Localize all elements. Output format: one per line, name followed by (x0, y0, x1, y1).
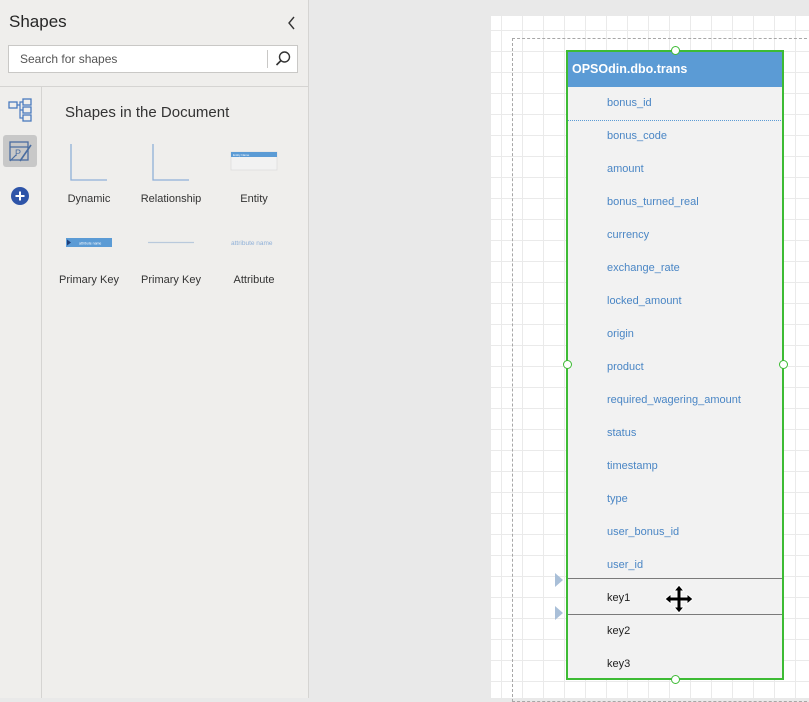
attribute-name: bonus_id (607, 97, 652, 109)
attribute-row[interactable]: bonus_id (567, 87, 783, 120)
move-cursor-icon (664, 584, 694, 614)
entity-shape-icon: Entity Name (230, 151, 278, 171)
stencil-attribute[interactable]: attribute name Attribute (215, 224, 293, 296)
primary-key-separator-icon (148, 241, 194, 244)
attribute-name: required_wagering_amount (607, 394, 741, 406)
attribute-name: product (607, 361, 644, 373)
attribute-name: status (607, 427, 637, 439)
search-box (8, 45, 298, 73)
attribute-row[interactable]: user_bonus_id (567, 516, 783, 549)
attribute-row[interactable]: origin (567, 318, 783, 351)
attribute-row[interactable]: exchange_rate (567, 252, 783, 285)
search-separator (267, 50, 268, 68)
attribute-row[interactable]: bonus_code (567, 120, 783, 153)
stencil-primary-key[interactable]: attribute name Primary Key (50, 224, 128, 296)
svg-text:P: P (15, 148, 21, 158)
selection-handle-left[interactable] (563, 360, 572, 369)
database-stencil-icon: P (9, 141, 32, 162)
dynamic-connector-icon (70, 144, 107, 181)
attribute-shape-icon: attribute name (231, 240, 273, 247)
attribute-name: currency (607, 229, 650, 241)
selection-handle-top[interactable] (671, 46, 680, 55)
thumb-text: attribute name (231, 240, 273, 247)
search-input[interactable] (9, 46, 267, 72)
rail-button-add[interactable] (3, 180, 37, 212)
attribute-name: type (607, 493, 628, 505)
key-name: key2 (607, 625, 631, 637)
attribute-row[interactable]: timestamp (567, 450, 783, 483)
stencil-relationship[interactable]: Relationship (132, 143, 210, 215)
attribute-row[interactable]: amount (567, 153, 783, 186)
row-separator (567, 578, 783, 579)
selection-handle-right[interactable] (779, 360, 788, 369)
stencil-label: Attribute (233, 274, 275, 286)
attribute-name: bonus_turned_real (607, 196, 699, 208)
attribute-name: amount (607, 163, 644, 175)
stencil-label: Primary Key (59, 274, 119, 286)
chevron-left-icon (288, 16, 295, 30)
key-name: key1 (607, 592, 631, 604)
attribute-row[interactable]: required_wagering_amount (567, 384, 783, 417)
stencil-rail: P (0, 87, 42, 698)
primary-key-shape-icon: attribute name (66, 238, 112, 247)
attribute-name: locked_amount (607, 295, 682, 307)
add-stencil-icon (11, 187, 29, 205)
attribute-row[interactable]: bonus_turned_real (567, 186, 783, 219)
search-icon (275, 51, 291, 66)
connection-point-arrow[interactable] (555, 573, 563, 587)
row-separator (567, 614, 783, 615)
selection-handle-bottom[interactable] (671, 675, 680, 684)
attribute-name: user_id (607, 559, 644, 571)
connection-point-arrow[interactable] (555, 606, 563, 620)
key-name: key3 (607, 658, 631, 670)
attribute-name: origin (607, 328, 634, 340)
search-button[interactable] (271, 48, 295, 70)
stencil-label: Relationship (140, 193, 202, 205)
attribute-name: exchange_rate (607, 262, 680, 274)
stencil-label: Dynamic (67, 193, 111, 205)
attribute-name: bonus_code (607, 130, 667, 142)
key-row[interactable]: key2 (567, 615, 783, 648)
thumb-text: attribute name (79, 242, 101, 246)
attribute-row[interactable]: product (567, 351, 783, 384)
attribute-name: user_bonus_id (607, 526, 680, 538)
thumb-text: Entity Name (233, 153, 250, 157)
attribute-row[interactable]: locked_amount (567, 285, 783, 318)
attribute-row[interactable]: status (567, 417, 783, 450)
stencil-label: Primary Key (141, 274, 201, 286)
stencil-primary-key-separator[interactable]: Primary Key (132, 224, 210, 296)
entity-title[interactable]: OPSOdin.dbo.trans (567, 51, 783, 87)
panel-title: Shapes (9, 12, 67, 31)
stencil-dynamic[interactable]: Dynamic (50, 143, 128, 215)
attribute-name: timestamp (607, 460, 658, 472)
attribute-row[interactable]: currency (567, 219, 783, 252)
panel-divider (0, 86, 308, 87)
stencil-label: Entity (240, 193, 268, 205)
diagram-stencil-icon (8, 98, 32, 122)
section-title: Shapes in the Document (65, 104, 230, 121)
stencil-entity[interactable]: Entity Name Entity (215, 143, 293, 215)
collapse-panel-button[interactable] (283, 14, 301, 32)
attribute-row[interactable]: type (567, 483, 783, 516)
row-separator (567, 120, 783, 122)
relationship-connector-icon (152, 144, 189, 181)
rail-button-database[interactable]: P (3, 135, 37, 167)
shapes-panel: Shapes P (0, 0, 309, 698)
rail-button-diagram[interactable] (3, 94, 37, 126)
